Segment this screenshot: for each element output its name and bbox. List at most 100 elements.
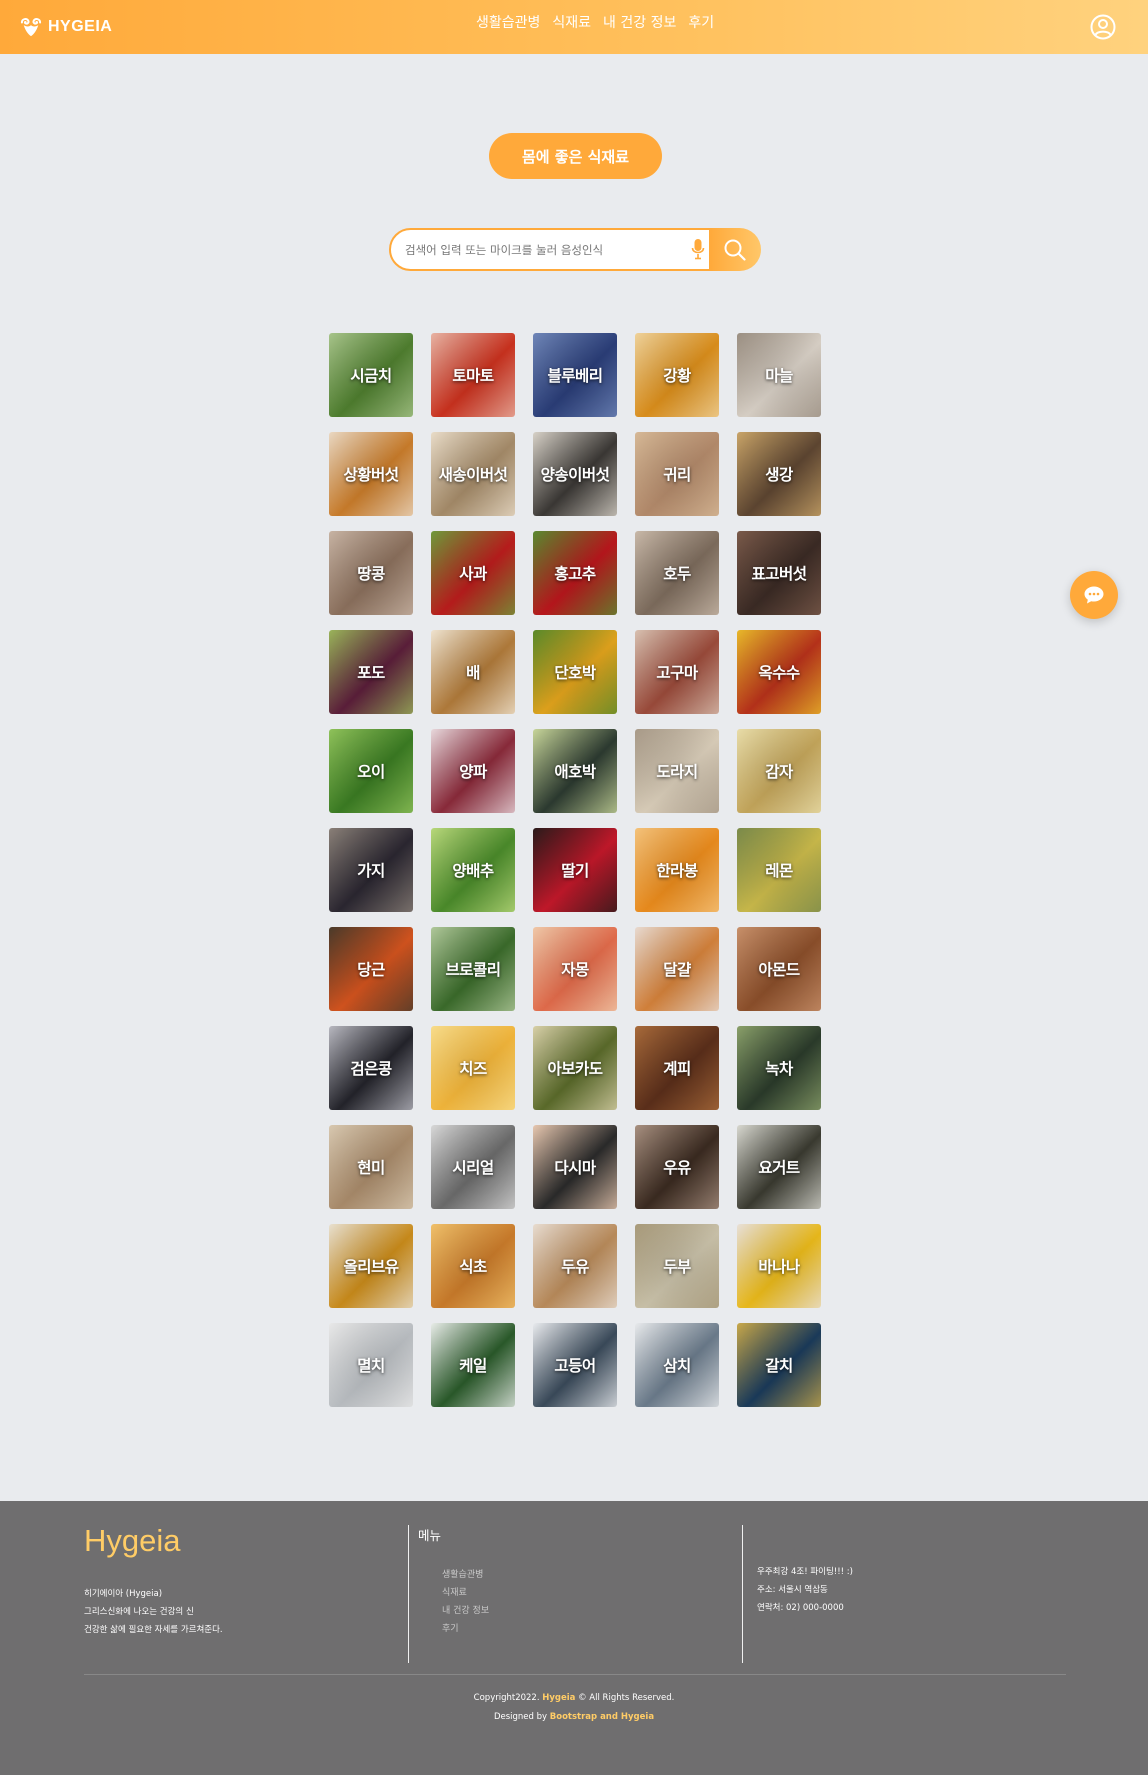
ingredient-tile[interactable]: 강황 [635, 333, 719, 417]
ingredient-tile[interactable]: 마늘 [737, 333, 821, 417]
ingredient-label: 상황버섯 [343, 466, 399, 484]
ingredient-tile[interactable]: 귀리 [635, 432, 719, 516]
ingredient-label: 시리얼 [452, 1159, 494, 1177]
ingredient-tile[interactable]: 다시마 [533, 1125, 617, 1209]
nav-my-health-info[interactable]: 내 건강 정보 [603, 14, 676, 32]
ingredient-tile[interactable]: 멸치 [329, 1323, 413, 1407]
ingredient-label: 자몽 [561, 961, 589, 979]
ingredient-tile[interactable]: 새송이버섯 [431, 432, 515, 516]
ingredient-label: 요거트 [758, 1159, 800, 1177]
ingredient-tile[interactable]: 아몬드 [737, 927, 821, 1011]
ingredient-tile[interactable]: 양배추 [431, 828, 515, 912]
nav-ingredients[interactable]: 식재료 [552, 14, 591, 32]
ingredient-tile[interactable]: 계피 [635, 1026, 719, 1110]
ingredient-tile[interactable]: 생강 [737, 432, 821, 516]
ingredient-tile[interactable]: 양송이버섯 [533, 432, 617, 516]
ingredient-tile[interactable]: 달걀 [635, 927, 719, 1011]
ingredient-label: 딸기 [561, 862, 589, 880]
ingredient-tile[interactable]: 삼치 [635, 1323, 719, 1407]
footer-info-line: 주소: 서울시 역삼동 [757, 1585, 828, 1595]
ingredient-tile[interactable]: 검은콩 [329, 1026, 413, 1110]
footer-menu: 생활습관병 식재료 내 건강 정보 후기 [442, 1568, 489, 1637]
ingredient-label: 표고버섯 [751, 565, 807, 583]
nav-lifestyle-disease[interactable]: 생활습관병 [476, 14, 540, 32]
ingredient-tile[interactable]: 녹차 [737, 1026, 821, 1110]
ingredient-tile[interactable]: 가지 [329, 828, 413, 912]
footer-link-lifestyle-disease[interactable]: 생활습관병 [442, 1568, 489, 1583]
main-nav: 생활습관병 식재료 내 건강 정보 후기 [476, 14, 714, 32]
ingredient-tile[interactable]: 홍고추 [533, 531, 617, 615]
ingredient-tile[interactable]: 도라지 [635, 729, 719, 813]
ingredient-label: 가지 [357, 862, 385, 880]
ingredient-tile[interactable]: 한라봉 [635, 828, 719, 912]
footer-brand: Hygeia [84, 1523, 181, 1558]
microphone-icon[interactable] [691, 238, 705, 260]
ingredient-tile[interactable]: 케일 [431, 1323, 515, 1407]
ingredient-label: 치즈 [459, 1060, 487, 1078]
ingredient-label: 아몬드 [758, 961, 800, 979]
ingredient-tile[interactable]: 감자 [737, 729, 821, 813]
ingredient-label: 양파 [459, 763, 487, 781]
logo[interactable]: HYGEIA [20, 14, 112, 40]
footer-link-ingredients[interactable]: 식재료 [442, 1586, 489, 1601]
ingredient-tile[interactable]: 두유 [533, 1224, 617, 1308]
ingredient-label: 토마토 [452, 367, 494, 385]
search-box [389, 228, 711, 271]
ingredient-tile[interactable]: 호두 [635, 531, 719, 615]
footer-link-reviews[interactable]: 후기 [442, 1622, 489, 1637]
ingredient-label: 달걀 [663, 961, 691, 979]
ingredient-tile[interactable]: 토마토 [431, 333, 515, 417]
ingredient-tile[interactable]: 사과 [431, 531, 515, 615]
ingredient-label: 단호박 [554, 664, 596, 682]
footer-link-my-health-info[interactable]: 내 건강 정보 [442, 1604, 489, 1619]
ingredient-label: 두유 [561, 1258, 589, 1276]
ingredient-tile[interactable]: 시리얼 [431, 1125, 515, 1209]
ingredient-tile[interactable]: 요거트 [737, 1125, 821, 1209]
ingredient-tile[interactable]: 식초 [431, 1224, 515, 1308]
ingredient-tile[interactable]: 단호박 [533, 630, 617, 714]
ingredient-label: 옥수수 [758, 664, 800, 682]
search-input[interactable] [405, 242, 675, 257]
ingredient-tile[interactable]: 레몬 [737, 828, 821, 912]
ingredient-tile[interactable]: 애호박 [533, 729, 617, 813]
ingredient-tile[interactable]: 배 [431, 630, 515, 714]
ingredient-tile[interactable]: 자몽 [533, 927, 617, 1011]
nav-reviews[interactable]: 후기 [688, 14, 714, 32]
ingredient-tile[interactable]: 표고버섯 [737, 531, 821, 615]
ingredient-tile[interactable]: 상황버섯 [329, 432, 413, 516]
ingredient-tile[interactable]: 올리브유 [329, 1224, 413, 1308]
ingredient-label: 당근 [357, 961, 385, 979]
ingredient-tile[interactable]: 고구마 [635, 630, 719, 714]
ingredient-label: 양배추 [452, 862, 494, 880]
ingredient-tile[interactable]: 시금치 [329, 333, 413, 417]
user-profile-icon[interactable] [1090, 14, 1116, 40]
ingredient-tile[interactable]: 고등어 [533, 1323, 617, 1407]
ingredient-tile[interactable]: 아보카도 [533, 1026, 617, 1110]
search-button[interactable] [709, 228, 761, 271]
ingredient-tile[interactable]: 땅콩 [329, 531, 413, 615]
ingredient-label: 양송이버섯 [540, 466, 610, 484]
ingredient-tile[interactable]: 오이 [329, 729, 413, 813]
ingredient-tile[interactable]: 블루베리 [533, 333, 617, 417]
ingredient-tile[interactable]: 두부 [635, 1224, 719, 1308]
ingredient-tile[interactable]: 바나나 [737, 1224, 821, 1308]
ingredient-tile[interactable]: 브로콜리 [431, 927, 515, 1011]
chatbot-button[interactable] [1070, 571, 1118, 619]
ingredient-tile[interactable]: 치즈 [431, 1026, 515, 1110]
ingredient-tile[interactable]: 옥수수 [737, 630, 821, 714]
designed-prefix: Designed by [493, 1712, 548, 1722]
ingredient-tile[interactable]: 딸기 [533, 828, 617, 912]
footer: Hygeia 히기에이아 (Hygeia) 그리스신화에 나오는 건강의 신 건… [0, 1501, 1148, 1775]
ingredient-label: 올리브유 [343, 1258, 399, 1276]
copyright-suffix: © All Rights Reserved. [578, 1693, 675, 1703]
ingredient-tile[interactable]: 포도 [329, 630, 413, 714]
ingredient-tile[interactable]: 양파 [431, 729, 515, 813]
copyright-line: Copyright2022. Hygeia © All Rights Reser… [0, 1689, 1148, 1708]
ingredient-label: 강황 [663, 367, 691, 385]
ingredient-tile[interactable]: 현미 [329, 1125, 413, 1209]
ingredient-tile[interactable]: 갈치 [737, 1323, 821, 1407]
ingredient-tile[interactable]: 당근 [329, 927, 413, 1011]
ingredient-label: 식초 [459, 1258, 487, 1276]
ingredient-label: 두부 [663, 1258, 691, 1276]
ingredient-tile[interactable]: 우유 [635, 1125, 719, 1209]
